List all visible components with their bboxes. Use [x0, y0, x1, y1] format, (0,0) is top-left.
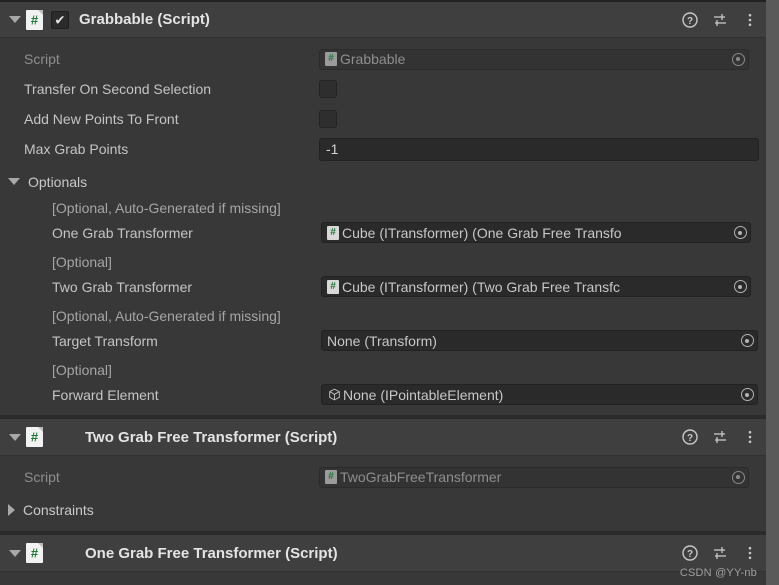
- component-body-one-grab-free-transformer: [0, 572, 766, 585]
- object-picker-icon[interactable]: [730, 469, 746, 485]
- property-note-forward-element: [Optional]: [0, 357, 766, 382]
- help-icon[interactable]: ?: [682, 429, 698, 445]
- scrollbar-thumb[interactable]: [766, 0, 779, 585]
- property-label: Two Grab Transformer: [52, 278, 193, 295]
- script-asset-icon: [325, 470, 337, 484]
- property-row-script: Script Grabbable: [0, 44, 766, 74]
- component-title: Grabbable (Script): [79, 11, 210, 28]
- one-grab-transformer-object-field[interactable]: Cube (ITransformer) (One Grab Free Trans…: [321, 222, 751, 243]
- foldout-toggle-grabbable[interactable]: [6, 1, 24, 39]
- object-field-value: TwoGrabFreeTransformer: [340, 469, 502, 485]
- component-body-two-grab-free-transformer: Script TwoGrabFreeTransformer Constraint…: [0, 456, 766, 531]
- property-label: One Grab Transformer: [52, 224, 193, 241]
- foldout-optionals[interactable]: Optionals: [0, 168, 766, 195]
- script-asset-icon: [325, 52, 337, 66]
- foldout-constraints[interactable]: Constraints: [0, 496, 766, 523]
- object-field-value: Cube (ITransformer) (Two Grab Free Trans…: [342, 278, 620, 295]
- header-icon-group: ?: [682, 419, 758, 455]
- svg-text:?: ?: [687, 15, 693, 26]
- component-header-one-grab-free-transformer[interactable]: One Grab Free Transformer (Script) ?: [0, 534, 766, 572]
- component-title: One Grab Free Transformer (Script): [85, 544, 338, 562]
- chevron-down-icon: [9, 16, 21, 23]
- more-options-icon[interactable]: [742, 12, 758, 28]
- object-picker-icon[interactable]: [732, 279, 748, 295]
- object-field-value: Grabbable: [340, 51, 406, 67]
- property-note-target-transform: [Optional, Auto-Generated if missing]: [0, 303, 766, 328]
- component-header-grabbable[interactable]: Grabbable (Script) ?: [0, 0, 766, 38]
- object-field-value: Cube (ITransformer) (One Grab Free Trans…: [342, 224, 622, 241]
- property-row-max-grab-points: Max Grab Points -1: [0, 134, 766, 164]
- property-row-transfer-on-second-selection: Transfer On Second Selection: [0, 74, 766, 104]
- two-grab-transformer-object-field[interactable]: Cube (ITransformer) (Two Grab Free Trans…: [321, 276, 751, 297]
- component-header-two-grab-free-transformer[interactable]: Two Grab Free Transformer (Script) ?: [0, 418, 766, 456]
- property-label: Script: [24, 469, 60, 485]
- unity-inspector-panel: Grabbable (Script) ? Script G: [0, 0, 779, 585]
- foldout-toggle-one-grab[interactable]: [6, 534, 24, 572]
- object-picker-icon[interactable]: [730, 51, 746, 67]
- inspector-content: Grabbable (Script) ? Script G: [0, 0, 766, 585]
- chevron-down-icon: [8, 178, 20, 185]
- object-field-value: None (Transform): [327, 332, 437, 349]
- optional-note: [Optional, Auto-Generated if missing]: [52, 307, 281, 324]
- optional-note: [Optional, Auto-Generated if missing]: [52, 199, 281, 216]
- preset-icon[interactable]: [712, 545, 728, 561]
- more-options-icon[interactable]: [742, 545, 758, 561]
- property-note-one-grab-transformer: [Optional, Auto-Generated if missing]: [0, 195, 766, 220]
- transfer-on-second-selection-checkbox[interactable]: [319, 80, 337, 98]
- header-icon-group: ?: [682, 2, 758, 37]
- property-row-forward-element: Forward Element None (IPointableElement): [0, 382, 766, 407]
- script-asset-icon: [26, 9, 43, 30]
- property-note-two-grab-transformer: [Optional]: [0, 249, 766, 274]
- svg-text:?: ?: [687, 549, 693, 560]
- property-label: Add New Points To Front: [24, 111, 179, 127]
- script-asset-icon: [327, 279, 339, 294]
- preset-icon[interactable]: [712, 429, 728, 445]
- property-label: Script: [24, 51, 60, 67]
- more-options-icon[interactable]: [742, 429, 758, 445]
- add-new-points-to-front-checkbox[interactable]: [319, 110, 337, 128]
- component-body-grabbable: Script Grabbable Transfer On Second Sele…: [0, 38, 766, 415]
- watermark: CSDN @YY-nb: [679, 567, 757, 579]
- component-enable-checkbox[interactable]: [51, 10, 69, 29]
- svg-text:?: ?: [687, 433, 693, 444]
- target-transform-object-field[interactable]: None (Transform): [321, 330, 758, 351]
- chevron-down-icon: [9, 549, 21, 557]
- property-label: Target Transform: [52, 332, 158, 349]
- forward-element-object-field[interactable]: None (IPointableElement): [321, 384, 758, 405]
- property-row-target-transform: Target Transform None (Transform): [0, 328, 766, 353]
- script-object-field[interactable]: TwoGrabFreeTransformer: [319, 466, 749, 488]
- property-row-partial: [0, 578, 766, 585]
- property-label: Forward Element: [52, 386, 159, 403]
- script-asset-icon: [26, 427, 43, 447]
- foldout-label: Optionals: [28, 173, 88, 190]
- help-icon[interactable]: ?: [682, 11, 698, 28]
- chevron-right-icon: [8, 503, 15, 516]
- foldout-label: Constraints: [23, 501, 94, 518]
- foldout-toggle-two-grab[interactable]: [6, 418, 24, 456]
- property-label: Transfer On Second Selection: [24, 81, 212, 97]
- script-asset-icon: [327, 225, 339, 240]
- property-label: Max Grab Points: [24, 141, 129, 157]
- prefab-cube-icon: [327, 388, 341, 402]
- object-picker-icon[interactable]: [739, 387, 755, 403]
- property-row-add-new-points-to-front: Add New Points To Front: [0, 104, 766, 134]
- scrollbar-track[interactable]: [766, 0, 779, 585]
- preset-icon[interactable]: [712, 12, 728, 28]
- max-grab-points-value: -1: [326, 141, 339, 157]
- chevron-down-icon: [9, 433, 21, 441]
- property-row-script-two-grab: Script TwoGrabFreeTransformer: [0, 462, 766, 492]
- property-row-one-grab-transformer: One Grab Transformer Cube (ITransformer)…: [0, 220, 766, 245]
- component-title: Two Grab Free Transformer (Script): [85, 428, 338, 446]
- optional-note: [Optional]: [52, 361, 112, 378]
- max-grab-points-input[interactable]: -1: [319, 137, 759, 161]
- header-icon-group: ?: [682, 535, 758, 571]
- script-asset-icon: [26, 543, 43, 563]
- optional-note: [Optional]: [52, 253, 112, 270]
- object-picker-icon[interactable]: [739, 333, 755, 349]
- object-field-value: None (IPointableElement): [343, 386, 504, 403]
- object-picker-icon[interactable]: [732, 225, 748, 241]
- property-row-two-grab-transformer: Two Grab Transformer Cube (ITransformer)…: [0, 274, 766, 299]
- help-icon[interactable]: ?: [682, 545, 698, 561]
- script-object-field[interactable]: Grabbable: [319, 48, 749, 70]
